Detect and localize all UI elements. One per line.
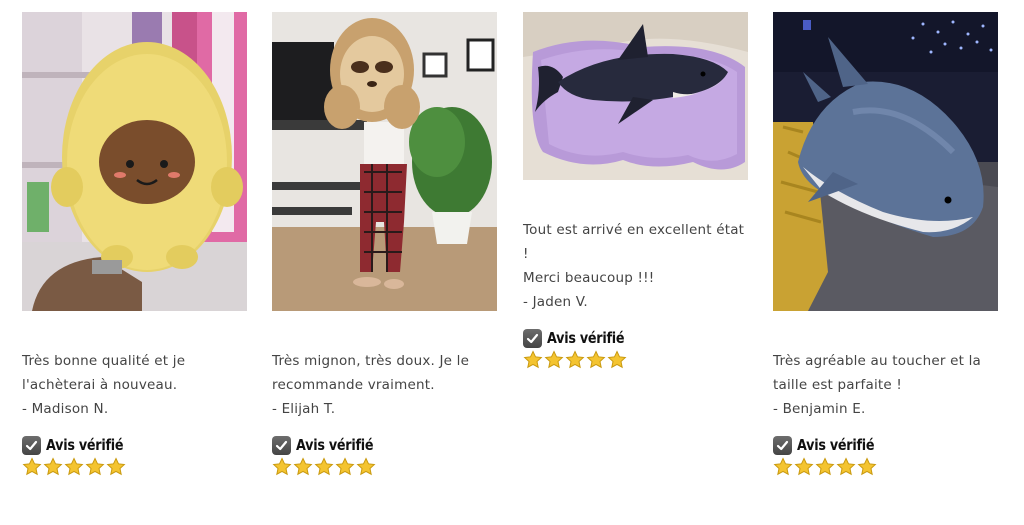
blue-shark-plush-photo[interactable] <box>773 12 998 311</box>
star-icon <box>64 457 84 476</box>
star-icon <box>22 457 42 476</box>
dark-shark-plush-photo[interactable] <box>523 12 748 180</box>
verified-label: Avis vérifié <box>46 436 124 454</box>
reviews-grid: Très bonne qualité et je l'achèterai à n… <box>0 0 1024 525</box>
review-author: - Jaden V. <box>523 294 588 310</box>
verified-badge: Avis vérifié <box>773 435 998 455</box>
star-rating <box>272 457 497 477</box>
star-icon <box>272 457 292 476</box>
star-icon <box>815 457 835 476</box>
verified-label: Avis vérifié <box>296 436 374 454</box>
review-card: Tout est arrivé en excellent état ! Merc… <box>523 12 748 370</box>
verified-badge: Avis vérifié <box>523 328 748 348</box>
review-author: - Elijah T. <box>272 401 336 417</box>
star-rating <box>773 457 998 477</box>
review-text: Très bonne qualité et je l'achèterai à n… <box>22 353 186 393</box>
checkbox-checked-icon <box>22 435 41 455</box>
verified-label: Avis vérifié <box>797 436 875 454</box>
verified-badge: Avis vérifié <box>272 435 497 455</box>
review-text: Très mignon, très doux. Je le recommande… <box>272 353 470 393</box>
star-icon <box>293 457 313 476</box>
star-icon <box>314 457 334 476</box>
review-text: Tout est arrivé en excellent état ! Merc… <box>523 222 745 286</box>
star-icon <box>106 457 126 476</box>
checkbox-checked-icon <box>272 435 291 455</box>
verified-label: Avis vérifié <box>547 329 625 347</box>
review-text: Très agréable au toucher et la taille es… <box>773 353 982 393</box>
review-author: - Madison N. <box>22 401 109 417</box>
checkbox-checked-icon <box>773 435 792 455</box>
star-icon <box>356 457 376 476</box>
star-icon <box>43 457 63 476</box>
review-author: - Benjamin E. <box>773 401 866 417</box>
star-icon <box>523 350 543 369</box>
star-icon <box>836 457 856 476</box>
review-card: Très mignon, très doux. Je le recommande… <box>272 12 497 477</box>
star-icon <box>565 350 585 369</box>
checkbox-checked-icon <box>523 328 542 348</box>
review-card: Très bonne qualité et je l'achèterai à n… <box>22 12 247 477</box>
star-icon <box>857 457 877 476</box>
sloth-plush-photo[interactable] <box>272 12 497 311</box>
star-rating <box>523 350 748 370</box>
star-icon <box>586 350 606 369</box>
star-icon <box>773 457 793 476</box>
star-icon <box>544 350 564 369</box>
star-icon <box>85 457 105 476</box>
review-card: Très agréable au toucher et la taille es… <box>773 12 998 477</box>
star-icon <box>335 457 355 476</box>
star-icon <box>794 457 814 476</box>
avocado-plush-photo[interactable] <box>22 12 247 311</box>
star-icon <box>607 350 627 369</box>
verified-badge: Avis vérifié <box>22 435 247 455</box>
star-rating <box>22 457 247 477</box>
